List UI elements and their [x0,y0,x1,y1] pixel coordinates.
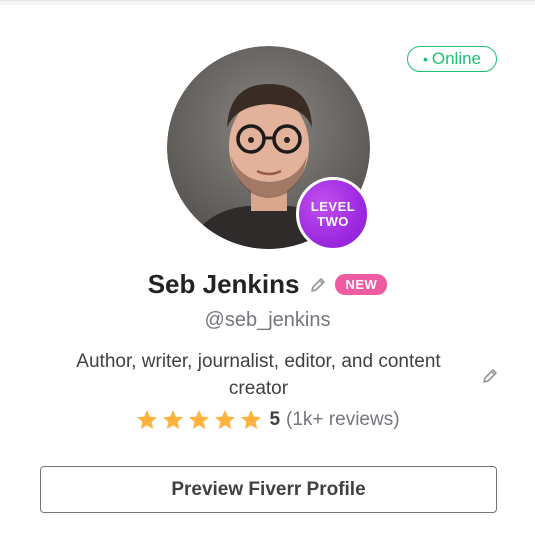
level-badge-line1: LEVEL [310,199,356,214]
star-icon [163,410,184,429]
level-badge-line2: TWO [317,214,349,229]
seller-level-badge: LEVEL TWO [296,177,370,251]
star-icon [241,410,262,429]
rating-value: 5 [269,409,281,430]
star-rating [135,408,265,432]
star-icon [137,410,158,429]
seller-profile-card: • Online LEVEL TWO Seb Jenkins NEW @seb_… [0,0,535,538]
edit-description-pencil-icon[interactable] [481,367,499,385]
star-icon [189,410,210,429]
rating-row: 5 (1k+ reviews) [0,408,535,432]
seller-username: @seb_jenkins [204,309,331,331]
pencil-icon[interactable] [309,276,327,294]
review-count: (1k+ reviews) [286,409,400,430]
status-label: Online [431,49,482,68]
star-icon [215,410,236,429]
name-row: Seb Jenkins NEW [0,269,535,300]
avatar-container[interactable]: LEVEL TWO [167,46,370,251]
new-seller-badge: NEW [335,274,388,295]
online-status-badge: • Online [407,46,497,72]
preview-profile-button[interactable]: Preview Fiverr Profile [40,466,497,513]
seller-name: Seb Jenkins [147,269,300,299]
status-dot-icon: • [422,51,428,67]
top-divider [0,1,535,5]
seller-description: Author, writer, journalist, editor, and … [76,351,441,399]
